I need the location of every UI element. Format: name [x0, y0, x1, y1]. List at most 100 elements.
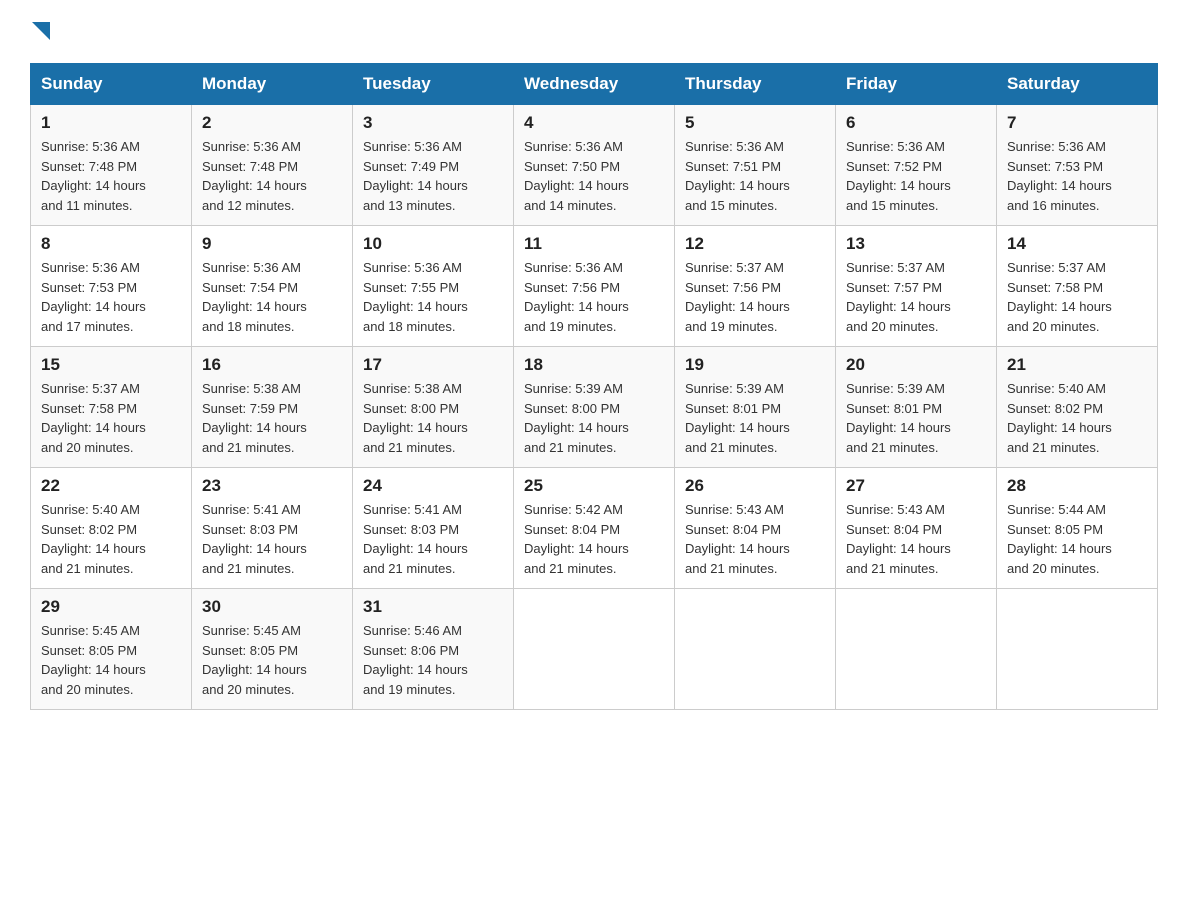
column-header-monday: Monday	[192, 64, 353, 105]
day-info: Sunrise: 5:39 AMSunset: 8:00 PMDaylight:…	[524, 379, 664, 457]
calendar-day-cell: 16 Sunrise: 5:38 AMSunset: 7:59 PMDaylig…	[192, 347, 353, 468]
calendar-day-cell: 19 Sunrise: 5:39 AMSunset: 8:01 PMDaylig…	[675, 347, 836, 468]
day-info: Sunrise: 5:41 AMSunset: 8:03 PMDaylight:…	[202, 500, 342, 578]
day-number: 30	[202, 597, 342, 617]
calendar-day-cell: 22 Sunrise: 5:40 AMSunset: 8:02 PMDaylig…	[31, 468, 192, 589]
day-number: 21	[1007, 355, 1147, 375]
calendar-day-cell: 15 Sunrise: 5:37 AMSunset: 7:58 PMDaylig…	[31, 347, 192, 468]
day-number: 4	[524, 113, 664, 133]
logo	[30, 20, 50, 45]
day-info: Sunrise: 5:36 AMSunset: 7:50 PMDaylight:…	[524, 137, 664, 215]
day-info: Sunrise: 5:39 AMSunset: 8:01 PMDaylight:…	[846, 379, 986, 457]
calendar-day-cell: 4 Sunrise: 5:36 AMSunset: 7:50 PMDayligh…	[514, 105, 675, 226]
day-info: Sunrise: 5:36 AMSunset: 7:55 PMDaylight:…	[363, 258, 503, 336]
day-number: 8	[41, 234, 181, 254]
calendar-week-row: 1 Sunrise: 5:36 AMSunset: 7:48 PMDayligh…	[31, 105, 1158, 226]
day-number: 5	[685, 113, 825, 133]
calendar-day-cell: 13 Sunrise: 5:37 AMSunset: 7:57 PMDaylig…	[836, 226, 997, 347]
day-number: 14	[1007, 234, 1147, 254]
day-info: Sunrise: 5:45 AMSunset: 8:05 PMDaylight:…	[202, 621, 342, 699]
day-number: 17	[363, 355, 503, 375]
calendar-day-cell: 25 Sunrise: 5:42 AMSunset: 8:04 PMDaylig…	[514, 468, 675, 589]
calendar-week-row: 22 Sunrise: 5:40 AMSunset: 8:02 PMDaylig…	[31, 468, 1158, 589]
day-number: 18	[524, 355, 664, 375]
calendar-day-cell	[997, 589, 1158, 710]
column-header-sunday: Sunday	[31, 64, 192, 105]
calendar-day-cell: 7 Sunrise: 5:36 AMSunset: 7:53 PMDayligh…	[997, 105, 1158, 226]
day-number: 11	[524, 234, 664, 254]
day-number: 2	[202, 113, 342, 133]
day-info: Sunrise: 5:38 AMSunset: 7:59 PMDaylight:…	[202, 379, 342, 457]
calendar-day-cell: 3 Sunrise: 5:36 AMSunset: 7:49 PMDayligh…	[353, 105, 514, 226]
calendar-day-cell: 21 Sunrise: 5:40 AMSunset: 8:02 PMDaylig…	[997, 347, 1158, 468]
calendar-day-cell: 31 Sunrise: 5:46 AMSunset: 8:06 PMDaylig…	[353, 589, 514, 710]
column-header-thursday: Thursday	[675, 64, 836, 105]
day-number: 15	[41, 355, 181, 375]
day-info: Sunrise: 5:36 AMSunset: 7:53 PMDaylight:…	[41, 258, 181, 336]
day-number: 24	[363, 476, 503, 496]
day-number: 19	[685, 355, 825, 375]
day-number: 12	[685, 234, 825, 254]
calendar-table: SundayMondayTuesdayWednesdayThursdayFrid…	[30, 63, 1158, 710]
day-info: Sunrise: 5:36 AMSunset: 7:49 PMDaylight:…	[363, 137, 503, 215]
day-number: 26	[685, 476, 825, 496]
calendar-day-cell: 2 Sunrise: 5:36 AMSunset: 7:48 PMDayligh…	[192, 105, 353, 226]
calendar-day-cell: 1 Sunrise: 5:36 AMSunset: 7:48 PMDayligh…	[31, 105, 192, 226]
day-number: 25	[524, 476, 664, 496]
day-number: 27	[846, 476, 986, 496]
calendar-day-cell: 11 Sunrise: 5:36 AMSunset: 7:56 PMDaylig…	[514, 226, 675, 347]
calendar-day-cell: 5 Sunrise: 5:36 AMSunset: 7:51 PMDayligh…	[675, 105, 836, 226]
day-info: Sunrise: 5:36 AMSunset: 7:53 PMDaylight:…	[1007, 137, 1147, 215]
calendar-day-cell: 10 Sunrise: 5:36 AMSunset: 7:55 PMDaylig…	[353, 226, 514, 347]
day-info: Sunrise: 5:36 AMSunset: 7:56 PMDaylight:…	[524, 258, 664, 336]
day-number: 13	[846, 234, 986, 254]
day-number: 31	[363, 597, 503, 617]
day-number: 7	[1007, 113, 1147, 133]
day-info: Sunrise: 5:40 AMSunset: 8:02 PMDaylight:…	[1007, 379, 1147, 457]
column-header-wednesday: Wednesday	[514, 64, 675, 105]
calendar-day-cell: 17 Sunrise: 5:38 AMSunset: 8:00 PMDaylig…	[353, 347, 514, 468]
day-number: 6	[846, 113, 986, 133]
calendar-day-cell: 27 Sunrise: 5:43 AMSunset: 8:04 PMDaylig…	[836, 468, 997, 589]
day-info: Sunrise: 5:38 AMSunset: 8:00 PMDaylight:…	[363, 379, 503, 457]
calendar-day-cell: 9 Sunrise: 5:36 AMSunset: 7:54 PMDayligh…	[192, 226, 353, 347]
calendar-day-cell: 26 Sunrise: 5:43 AMSunset: 8:04 PMDaylig…	[675, 468, 836, 589]
column-header-friday: Friday	[836, 64, 997, 105]
calendar-day-cell: 14 Sunrise: 5:37 AMSunset: 7:58 PMDaylig…	[997, 226, 1158, 347]
day-number: 1	[41, 113, 181, 133]
day-info: Sunrise: 5:43 AMSunset: 8:04 PMDaylight:…	[846, 500, 986, 578]
calendar-day-cell: 23 Sunrise: 5:41 AMSunset: 8:03 PMDaylig…	[192, 468, 353, 589]
calendar-day-cell	[675, 589, 836, 710]
day-info: Sunrise: 5:41 AMSunset: 8:03 PMDaylight:…	[363, 500, 503, 578]
calendar-day-cell	[514, 589, 675, 710]
calendar-day-cell: 12 Sunrise: 5:37 AMSunset: 7:56 PMDaylig…	[675, 226, 836, 347]
calendar-week-row: 29 Sunrise: 5:45 AMSunset: 8:05 PMDaylig…	[31, 589, 1158, 710]
calendar-day-cell: 6 Sunrise: 5:36 AMSunset: 7:52 PMDayligh…	[836, 105, 997, 226]
calendar-header-row: SundayMondayTuesdayWednesdayThursdayFrid…	[31, 64, 1158, 105]
day-info: Sunrise: 5:36 AMSunset: 7:52 PMDaylight:…	[846, 137, 986, 215]
day-info: Sunrise: 5:40 AMSunset: 8:02 PMDaylight:…	[41, 500, 181, 578]
day-info: Sunrise: 5:36 AMSunset: 7:51 PMDaylight:…	[685, 137, 825, 215]
column-header-tuesday: Tuesday	[353, 64, 514, 105]
logo-arrow-icon	[32, 22, 50, 45]
calendar-week-row: 8 Sunrise: 5:36 AMSunset: 7:53 PMDayligh…	[31, 226, 1158, 347]
calendar-day-cell	[836, 589, 997, 710]
day-info: Sunrise: 5:36 AMSunset: 7:48 PMDaylight:…	[202, 137, 342, 215]
day-info: Sunrise: 5:44 AMSunset: 8:05 PMDaylight:…	[1007, 500, 1147, 578]
day-info: Sunrise: 5:46 AMSunset: 8:06 PMDaylight:…	[363, 621, 503, 699]
day-number: 20	[846, 355, 986, 375]
day-number: 23	[202, 476, 342, 496]
day-info: Sunrise: 5:42 AMSunset: 8:04 PMDaylight:…	[524, 500, 664, 578]
calendar-day-cell: 29 Sunrise: 5:45 AMSunset: 8:05 PMDaylig…	[31, 589, 192, 710]
day-number: 16	[202, 355, 342, 375]
calendar-week-row: 15 Sunrise: 5:37 AMSunset: 7:58 PMDaylig…	[31, 347, 1158, 468]
page-header	[30, 20, 1158, 45]
day-info: Sunrise: 5:37 AMSunset: 7:57 PMDaylight:…	[846, 258, 986, 336]
day-info: Sunrise: 5:37 AMSunset: 7:58 PMDaylight:…	[1007, 258, 1147, 336]
calendar-day-cell: 30 Sunrise: 5:45 AMSunset: 8:05 PMDaylig…	[192, 589, 353, 710]
calendar-day-cell: 8 Sunrise: 5:36 AMSunset: 7:53 PMDayligh…	[31, 226, 192, 347]
column-header-saturday: Saturday	[997, 64, 1158, 105]
day-info: Sunrise: 5:36 AMSunset: 7:48 PMDaylight:…	[41, 137, 181, 215]
day-info: Sunrise: 5:45 AMSunset: 8:05 PMDaylight:…	[41, 621, 181, 699]
day-number: 29	[41, 597, 181, 617]
